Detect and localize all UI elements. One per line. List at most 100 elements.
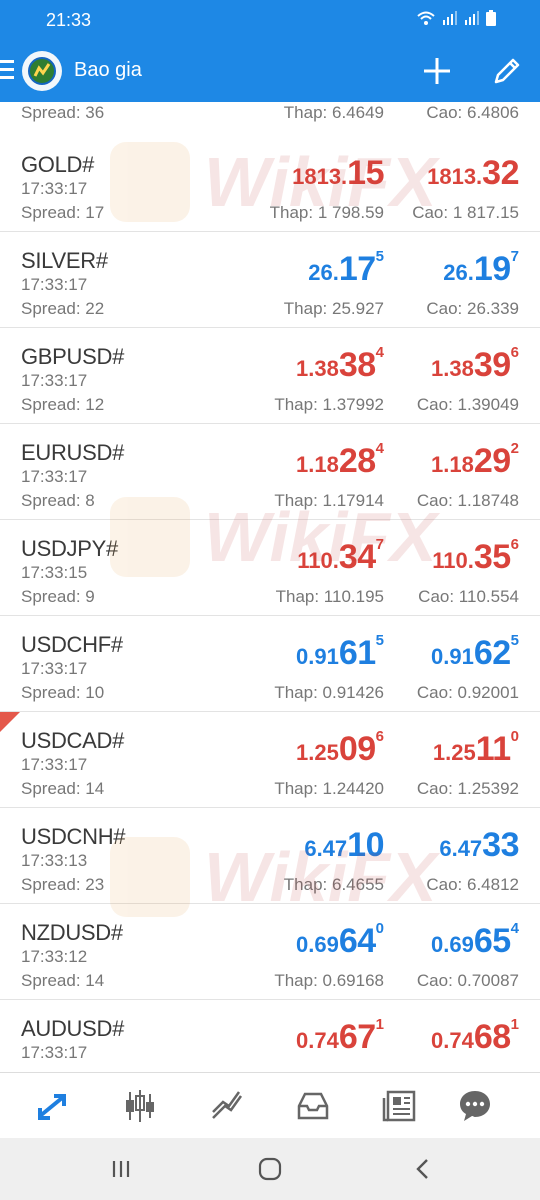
quote-time: 17:33:17 xyxy=(21,1043,88,1062)
bottom-tab-bar xyxy=(0,1072,540,1138)
price-fraction: 1 xyxy=(375,1016,384,1033)
price-pips: 38 xyxy=(338,346,376,384)
tab-history[interactable] xyxy=(293,1087,333,1125)
quote-time: 17:33:17 xyxy=(21,179,88,198)
price-fraction: 6 xyxy=(510,536,519,553)
quote-symbol: NZDUSD# xyxy=(21,920,123,945)
price-prefix: 6.47 xyxy=(439,836,483,861)
quote-time: 17:33:15 xyxy=(21,563,88,582)
price-pips: 32 xyxy=(482,154,519,192)
chat-icon xyxy=(460,1091,490,1121)
quote-row[interactable]: SILVER# 17:33:17 Spread: 22 26.175 26.19… xyxy=(0,232,540,328)
signal-icon xyxy=(443,11,457,25)
price-fraction: 6 xyxy=(510,344,519,361)
quote-symbol: USDCHF# xyxy=(21,632,123,657)
quote-symbol: USDCAD# xyxy=(21,728,125,753)
quote-row[interactable]: USDJPY# 17:33:15 Spread: 9 110.347 110.3… xyxy=(0,520,540,616)
quote-high: Cao: 0.70087 xyxy=(416,971,519,990)
tab-news[interactable] xyxy=(380,1087,420,1125)
inbox-icon xyxy=(297,1092,329,1120)
price-pips: 29 xyxy=(473,442,511,480)
price-pips: 19 xyxy=(473,250,511,288)
price-prefix: 0.91 xyxy=(431,644,474,669)
price-pips: 34 xyxy=(338,538,376,576)
home-button[interactable] xyxy=(255,1154,285,1184)
quote-time: 17:33:17 xyxy=(21,275,88,294)
quote-low: Thap: 6.4649 xyxy=(283,103,384,122)
edit-icon[interactable] xyxy=(490,54,524,88)
bid-price: 0.91615 xyxy=(296,632,384,673)
status-bar: 21:33 xyxy=(0,0,540,40)
quote-symbol: EURUSD# xyxy=(21,440,125,465)
recent-apps-button[interactable] xyxy=(106,1154,136,1184)
ask-price: 26.197 xyxy=(443,248,519,289)
quote-row[interactable]: GOLD# 17:33:17 Spread: 17 1813.15 1813.3… xyxy=(0,136,540,232)
price-pips: 35 xyxy=(473,538,511,576)
quote-list[interactable]: Spread: 36 Thap: 6.4649 Cao: 6.4806 GOLD… xyxy=(0,102,540,1072)
price-prefix: 0.74 xyxy=(431,1028,474,1053)
price-prefix: 1.18 xyxy=(431,452,474,477)
quote-symbol: USDJPY# xyxy=(21,536,118,561)
quote-row[interactable]: USDCAD# 17:33:17 Spread: 14 1.25096 1.25… xyxy=(0,712,540,808)
tab-chat[interactable] xyxy=(455,1087,495,1125)
quote-row[interactable]: AUDUSD# 17:33:17 0.74671 0.74681 xyxy=(0,1000,540,1072)
quote-row[interactable]: USDCNH# 17:33:13 Spread: 23 6.4710 6.473… xyxy=(0,808,540,904)
bid-price: 0.74671 xyxy=(296,1016,384,1057)
price-pips: 15 xyxy=(347,154,384,192)
price-pips: 28 xyxy=(338,442,376,480)
price-prefix: 0.69 xyxy=(431,932,474,957)
quote-low: Thap: 110.195 xyxy=(275,587,384,606)
bid-price: 1.38384 xyxy=(296,344,384,385)
price-fraction: 7 xyxy=(510,248,519,265)
candlestick-icon xyxy=(126,1090,154,1122)
ask-price: 1.38396 xyxy=(431,344,519,385)
bid-price: 26.175 xyxy=(308,248,384,289)
back-button[interactable] xyxy=(408,1154,438,1184)
quote-low: Thap: 1.24420 xyxy=(274,779,384,798)
ask-price: 1.25110 xyxy=(432,728,519,769)
price-pips: 39 xyxy=(473,346,511,384)
price-fraction: 4 xyxy=(375,344,384,361)
bid-price: 110.347 xyxy=(297,536,384,577)
quote-row[interactable]: NZDUSD# 17:33:12 Spread: 14 0.69640 0.69… xyxy=(0,904,540,1000)
quote-spread: Spread: 9 xyxy=(21,587,95,606)
price-fraction: 4 xyxy=(375,440,384,457)
signal-icon-2 xyxy=(465,11,479,25)
price-prefix: 1.25 xyxy=(432,740,476,765)
quote-symbol: AUDUSD# xyxy=(21,1016,125,1041)
quote-high: Cao: 6.4806 xyxy=(426,103,519,122)
price-fraction: 0 xyxy=(375,920,384,937)
bid-price: 0.69640 xyxy=(296,920,384,961)
quote-spread: Spread: 14 xyxy=(21,971,105,990)
price-fraction: 7 xyxy=(375,536,384,553)
tab-trade[interactable] xyxy=(207,1087,247,1125)
quote-spread: Spread: 36 xyxy=(21,103,105,122)
quote-row-partial[interactable]: Spread: 36 Thap: 6.4649 Cao: 6.4806 xyxy=(0,102,540,138)
price-prefix: 6.47 xyxy=(304,836,348,861)
back-icon xyxy=(416,1159,428,1179)
ask-price: 0.74681 xyxy=(431,1016,519,1057)
alert-flag-icon xyxy=(0,712,20,732)
tab-charts[interactable] xyxy=(120,1087,160,1125)
quote-symbol: GOLD# xyxy=(21,152,95,177)
price-prefix: 26. xyxy=(443,260,474,285)
system-nav-bar xyxy=(0,1138,540,1200)
news-icon xyxy=(382,1090,416,1122)
quote-row[interactable]: USDCHF# 17:33:17 Spread: 10 0.91615 0.91… xyxy=(0,616,540,712)
tab-quotes[interactable] xyxy=(32,1087,72,1125)
quote-high: Cao: 110.554 xyxy=(418,587,519,606)
quote-time: 17:33:13 xyxy=(21,851,88,870)
quote-row[interactable]: EURUSD# 17:33:17 Spread: 8 1.18284 1.182… xyxy=(0,424,540,520)
price-pips: 17 xyxy=(338,250,376,288)
app-logo xyxy=(22,51,62,91)
quotes-icon xyxy=(38,1094,66,1120)
menu-icon[interactable] xyxy=(0,60,14,80)
price-pips: 10 xyxy=(347,826,384,864)
quote-symbol: USDCNH# xyxy=(21,824,126,849)
price-fraction: 0 xyxy=(510,728,519,745)
quote-spread: Spread: 22 xyxy=(21,299,105,318)
quote-time: 17:33:12 xyxy=(21,947,88,966)
price-prefix: 1813. xyxy=(427,164,483,189)
quote-row[interactable]: GBPUSD# 17:33:17 Spread: 12 1.38384 1.38… xyxy=(0,328,540,424)
add-symbol-icon[interactable] xyxy=(420,54,454,88)
